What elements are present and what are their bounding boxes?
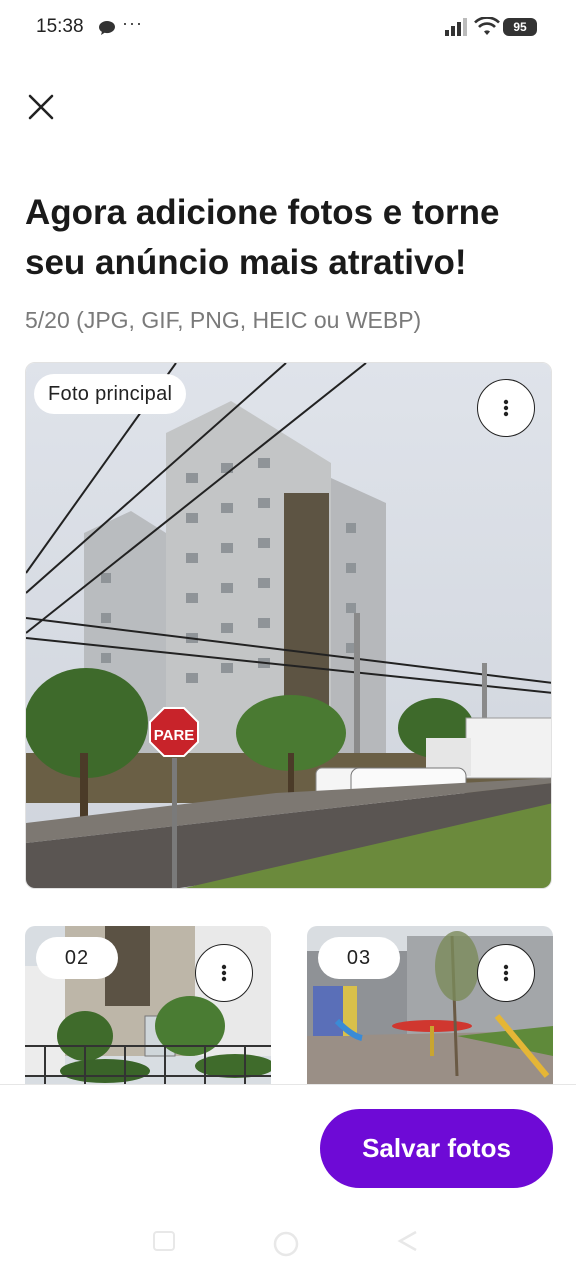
home-icon[interactable] <box>272 1230 300 1263</box>
photo-counter: 5/20 (JPG, GIF, PNG, HEIC ou WEBP) <box>25 307 422 333</box>
thumbnail-02-menu-button[interactable] <box>195 944 253 1002</box>
status-bar: 15:38 ··· 95 <box>0 0 576 56</box>
thumbnail-number: 02 <box>36 937 118 979</box>
close-icon <box>28 94 54 120</box>
page-title: Agora adicione fotos e torne seu anúncio… <box>25 193 500 282</box>
stop-sign-text: PARE <box>154 727 195 744</box>
main-photo-menu-button[interactable] <box>477 379 535 437</box>
recent-apps-icon[interactable] <box>152 1230 176 1257</box>
wifi-icon <box>474 16 500 42</box>
save-photos-button[interactable]: Salvar fotos <box>320 1109 553 1188</box>
main-photo[interactable]: PARE <box>25 362 552 889</box>
thumbnail-number: 03 <box>318 937 400 979</box>
thumbnail-03-menu-button[interactable] <box>477 944 535 1002</box>
main-photo-badge: Foto principal <box>34 374 187 414</box>
signal-icon <box>444 18 468 41</box>
back-icon[interactable] <box>396 1230 420 1257</box>
more-notifications: ··· <box>122 13 143 33</box>
more-vertical-icon <box>503 964 509 982</box>
status-time: 15:38 <box>36 16 84 37</box>
more-vertical-icon <box>503 399 509 417</box>
chat-icon <box>98 20 116 41</box>
system-navigation-bar <box>0 1220 576 1280</box>
battery-icon: 95 <box>503 18 537 36</box>
more-vertical-icon <box>221 964 227 982</box>
close-button[interactable] <box>22 88 60 126</box>
